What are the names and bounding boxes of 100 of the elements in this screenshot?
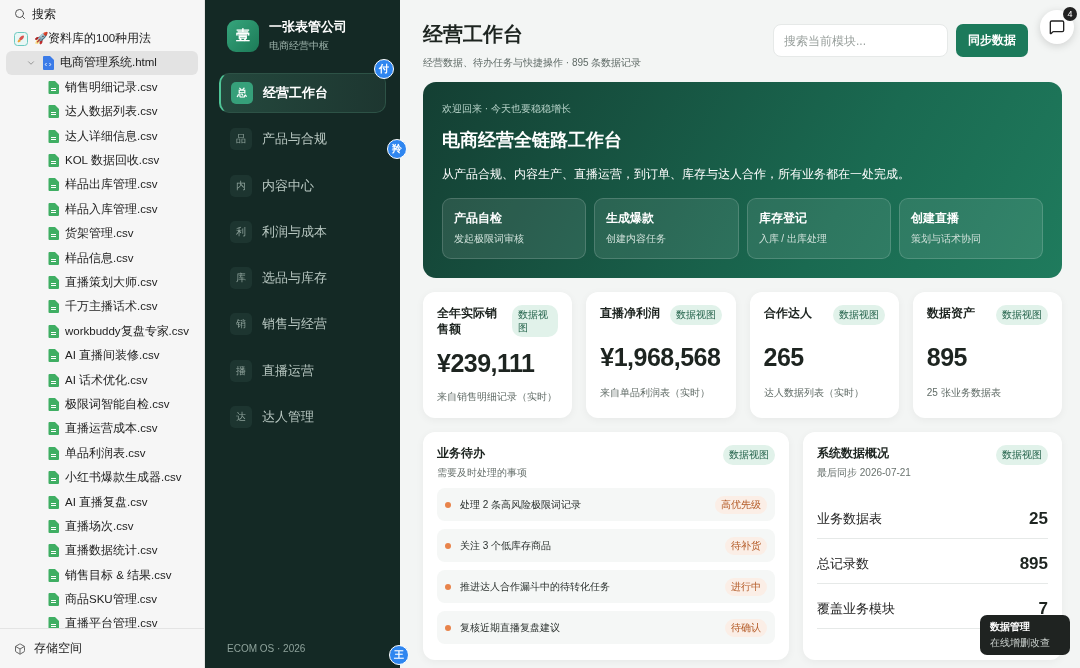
- stat-note: 来自销售明细记录（实时）: [437, 390, 558, 405]
- nav-footer: ECOM OS · 2026: [219, 643, 386, 654]
- stat-title: 数据资产: [926, 305, 975, 322]
- file-tree-item[interactable]: 样品入库管理.csv: [6, 197, 198, 222]
- nav-item-icon: 库: [230, 267, 252, 290]
- file-tree-item[interactable]: 直播策划大师.csv: [6, 270, 198, 295]
- file-tree-item[interactable]: 货架管理.csv: [6, 221, 198, 246]
- quick-action-card[interactable]: 库存登记 入库 / 出库处理: [746, 198, 891, 259]
- hero-title: 电商经营全链路工作台: [442, 129, 623, 152]
- sync-button[interactable]: 同步数据: [956, 24, 1028, 57]
- search-icon: [14, 8, 26, 21]
- spreadsheet-file-icon: [48, 568, 59, 582]
- quick-action-card[interactable]: 产品自检 发起极限词审核: [442, 198, 587, 259]
- stat-title: 合作达人: [763, 305, 812, 322]
- nav-item-icon: 播: [230, 359, 252, 382]
- nav-item-icon: 达: [230, 406, 252, 429]
- nav-item[interactable]: 库 选品与库存: [219, 258, 386, 299]
- cube-icon: [14, 642, 26, 655]
- action-title: 库存登记: [758, 210, 808, 227]
- todo-item[interactable]: 复核近期直播复盘建议 待确认: [437, 611, 775, 645]
- file-tree-item[interactable]: 直播数据统计.csv: [6, 538, 198, 563]
- data-view-tag[interactable]: 数据视图: [832, 305, 885, 325]
- nav-item[interactable]: 播 直播运营: [219, 350, 386, 391]
- action-title: 生成爆款: [606, 210, 656, 227]
- file-tree-item[interactable]: 单品利润表.csv: [6, 441, 198, 466]
- spreadsheet-file-icon: [48, 324, 59, 338]
- action-subtitle: 创建内容任务: [606, 232, 668, 246]
- spreadsheet-file-icon: [48, 422, 59, 436]
- stat-title: 直播净利润: [600, 305, 661, 322]
- file-tree-item[interactable]: KOL 数据回收.csv: [6, 148, 198, 173]
- nav-item[interactable]: 达 达人管理: [219, 397, 386, 438]
- todo-item[interactable]: 处理 2 条高风险极限词记录 高优先级: [437, 488, 775, 522]
- file-tree-item[interactable]: 🚀资料库的100种用法: [6, 26, 198, 51]
- data-view-tag[interactable]: 数据视图: [723, 445, 775, 465]
- overview-value: 895: [1019, 554, 1048, 575]
- spreadsheet-file-icon: [48, 276, 59, 289]
- file-tree-item[interactable]: AI 直播间装修.csv: [6, 343, 198, 368]
- spreadsheet-file-icon: [48, 129, 59, 143]
- status-tag: 高优先级: [715, 495, 767, 514]
- file-tree-item[interactable]: 商品SKU管理.csv: [6, 587, 198, 612]
- todo-item[interactable]: 推进达人合作漏斗中的待转化任务 进行中: [437, 570, 775, 604]
- action-title: 创建直播: [910, 210, 960, 227]
- spreadsheet-file-icon: [48, 519, 59, 533]
- status-tag: 待补货: [725, 536, 767, 555]
- stat-title: 全年实际销售额: [437, 305, 498, 338]
- nav-item[interactable]: 销 销售与经营: [219, 304, 386, 345]
- overview-label: 覆盖业务模块: [817, 600, 895, 618]
- file-tree-item[interactable]: 直播场次.csv: [6, 514, 198, 539]
- spreadsheet-file-icon: [48, 544, 59, 558]
- brand-subtitle: 电商经营中枢: [269, 39, 330, 53]
- data-manage-popup[interactable]: 数据管理 在线增删改查: [980, 615, 1070, 655]
- popup-subtitle: 在线增删改查: [990, 636, 1051, 650]
- file-tree-item[interactable]: 千万主播话术.csv: [6, 294, 198, 320]
- data-view-tag[interactable]: 数据视图: [669, 305, 722, 325]
- stat-note: 来自单品利润表（实时）: [600, 386, 712, 400]
- quick-action-card[interactable]: 生成爆款 创建内容任务: [594, 198, 739, 259]
- file-tree-item[interactable]: AI 话术优化.csv: [6, 367, 198, 393]
- todo-text: 复核近期直播复盘建议: [460, 620, 561, 635]
- hero-description: 从产品合规、内容生产、直播运营，到订单、库存与达人合作，所有业务都在一处完成。: [442, 166, 911, 183]
- file-tree-item[interactable]: 样品出库管理.csv: [6, 172, 198, 198]
- status-tag: 进行中: [725, 577, 767, 596]
- data-view-tag[interactable]: 数据视图: [996, 305, 1048, 325]
- data-view-tag[interactable]: 数据视图: [512, 305, 559, 337]
- spreadsheet-file-icon: [48, 397, 59, 411]
- file-tree-item[interactable]: 小红书爆款生成器.csv: [6, 465, 198, 490]
- action-subtitle: 发起极限词审核: [454, 232, 525, 246]
- file-tree-item[interactable]: 达人数据列表.csv: [6, 99, 198, 124]
- stat-value: ¥239,111: [437, 349, 536, 379]
- spreadsheet-file-icon: [48, 471, 59, 485]
- nav-item-icon: 总: [231, 82, 253, 104]
- storage-item[interactable]: 存储空间: [0, 628, 204, 668]
- overview-value: 25: [1029, 509, 1048, 530]
- spreadsheet-file-icon: [48, 300, 59, 314]
- nav-item[interactable]: 利 利润与成本: [219, 211, 386, 252]
- file-tree-item[interactable]: 样品信息.csv: [6, 245, 198, 271]
- todo-item[interactable]: 关注 3 个低库存商品 待补货: [437, 529, 775, 563]
- data-view-tag[interactable]: 数据视图: [996, 445, 1048, 465]
- file-tree-item[interactable]: 电商管理系统.html: [6, 50, 198, 76]
- status-tag: 待确认: [725, 618, 767, 637]
- overview-label: 总记录数: [817, 555, 869, 573]
- quick-action-card[interactable]: 创建直播 策划与话术协同: [898, 198, 1043, 259]
- nav-item-icon: 销: [230, 313, 252, 336]
- file-tree-item[interactable]: 直播运营成本.csv: [6, 416, 198, 442]
- file-tree-item[interactable]: 销售明细记录.csv: [6, 75, 198, 100]
- search-field[interactable]: 搜索当前模块...: [773, 24, 948, 57]
- html-file-icon: [42, 55, 54, 70]
- spreadsheet-file-icon: [48, 349, 59, 363]
- chat-icon: [1049, 19, 1065, 35]
- file-tree-item[interactable]: AI 直播复盘.csv: [6, 489, 198, 515]
- nav-item[interactable]: 内 内容中心: [219, 165, 386, 206]
- file-tree-item[interactable]: 极限词智能自检.csv: [6, 392, 198, 417]
- file-tree-item[interactable]: workbuddy复盘专家.csv: [6, 319, 198, 344]
- nav-item[interactable]: 品 产品与合规: [219, 119, 386, 160]
- search-item[interactable]: 搜索: [6, 2, 198, 27]
- file-tree-item[interactable]: 达人详细信息.csv: [6, 123, 198, 149]
- nav-item[interactable]: 总 经营工作台: [219, 73, 386, 113]
- stat-value: ¥1,968,568: [600, 343, 722, 372]
- file-tree-item[interactable]: 销售目标 & 结果.csv: [6, 563, 198, 588]
- spreadsheet-file-icon: [48, 105, 59, 119]
- page-subtitle: 经营数据、待办任务与快捷操作 · 895 条数据记录: [423, 56, 642, 70]
